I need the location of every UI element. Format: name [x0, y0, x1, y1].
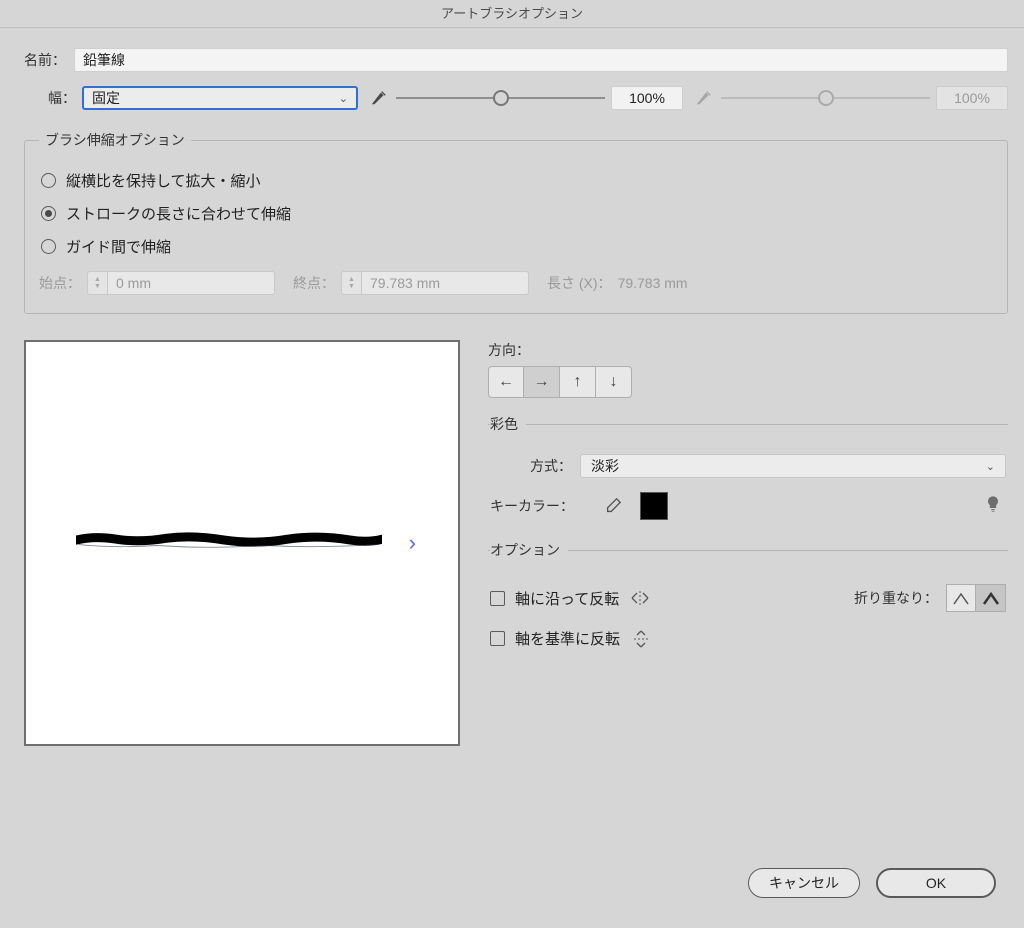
flip-along-label: 軸に沿って反転 [515, 588, 619, 609]
name-label: 名前： [24, 50, 66, 70]
flip-along-icon [627, 589, 653, 607]
flip-across-checkbox[interactable] [490, 631, 505, 646]
width-select[interactable]: 固定 ⌄ [82, 86, 358, 110]
end-value: 79.783 mm [361, 271, 529, 295]
width-select-value: 固定 [92, 88, 120, 108]
stretch-radio-stroke[interactable]: ストロークの長さに合わせて伸縮 [41, 203, 993, 224]
cancel-button[interactable]: キャンセル [748, 868, 860, 898]
width-percent-1[interactable]: 100% [611, 86, 683, 110]
tips-bulb-icon[interactable] [984, 495, 1006, 518]
stretch-opt1-label: 縦横比を保持して拡大・縮小 [66, 170, 261, 191]
stretch-radio-scale[interactable]: 縦横比を保持して拡大・縮小 [41, 170, 993, 191]
overlap-label: 折り重なり： [854, 588, 938, 608]
start-stepper: ▲▼ 0 mm [87, 271, 275, 295]
start-value: 0 mm [107, 271, 275, 295]
colorization-group: 彩色 方式： 淡彩 ⌄ キーカラー： [488, 414, 1008, 524]
length-value: 79.783 mm [618, 275, 688, 291]
stretch-legend: ブラシ伸縮オプション [39, 130, 191, 150]
pen-pressure-icon-2 [693, 87, 715, 109]
brush-preview: › [24, 340, 460, 746]
method-label: 方式： [490, 456, 580, 476]
overlap-btn-2[interactable] [976, 584, 1006, 612]
width-slider-1[interactable] [396, 87, 605, 109]
stretch-opt3-label: ガイド間で伸縮 [66, 236, 171, 257]
direction-arrow-icon: › [409, 530, 416, 556]
stretch-group: ブラシ伸縮オプション 縦横比を保持して拡大・縮小 ストロークの長さに合わせて伸縮… [24, 130, 1008, 314]
colorization-legend: 彩色 [490, 414, 526, 434]
stretch-opt2-label: ストロークの長さに合わせて伸縮 [66, 203, 291, 224]
direction-label: 方向： [488, 340, 1008, 360]
flip-across-label: 軸を基準に反転 [515, 628, 620, 649]
width-label: 幅： [24, 88, 82, 108]
end-stepper: ▲▼ 79.783 mm [341, 271, 529, 295]
flip-across-icon [628, 629, 654, 649]
width-slider-2 [721, 87, 930, 109]
method-value: 淡彩 [591, 456, 619, 476]
width-percent-2: 100% [936, 86, 1008, 110]
chevron-down-icon: ⌄ [986, 460, 995, 473]
eyedropper-icon[interactable] [602, 495, 624, 517]
options-group: オプション 軸に沿って反転 折り重なり： [488, 540, 1008, 669]
length-label: 長さ (X)： [547, 273, 612, 293]
keycolor-label: キーカラー： [490, 496, 602, 516]
name-input[interactable] [74, 48, 1008, 72]
chevron-down-icon: ⌄ [339, 92, 348, 105]
direction-down-button[interactable]: ↓ [596, 366, 632, 398]
dialog-title: アートブラシオプション [0, 0, 1024, 28]
stretch-radio-guides[interactable]: ガイド間で伸縮 [41, 236, 993, 257]
keycolor-swatch[interactable] [640, 492, 668, 520]
flip-along-checkbox[interactable] [490, 591, 505, 606]
ok-button[interactable]: OK [876, 868, 996, 898]
pen-pressure-icon [368, 87, 390, 109]
direction-up-button[interactable]: ↑ [560, 366, 596, 398]
overlap-btn-1[interactable] [946, 584, 976, 612]
direction-right-button[interactable]: → [524, 366, 560, 398]
method-select[interactable]: 淡彩 ⌄ [580, 454, 1006, 478]
start-label: 始点： [39, 273, 81, 293]
options-legend: オプション [490, 540, 568, 560]
end-label: 終点： [293, 273, 335, 293]
direction-left-button[interactable]: ← [488, 366, 524, 398]
